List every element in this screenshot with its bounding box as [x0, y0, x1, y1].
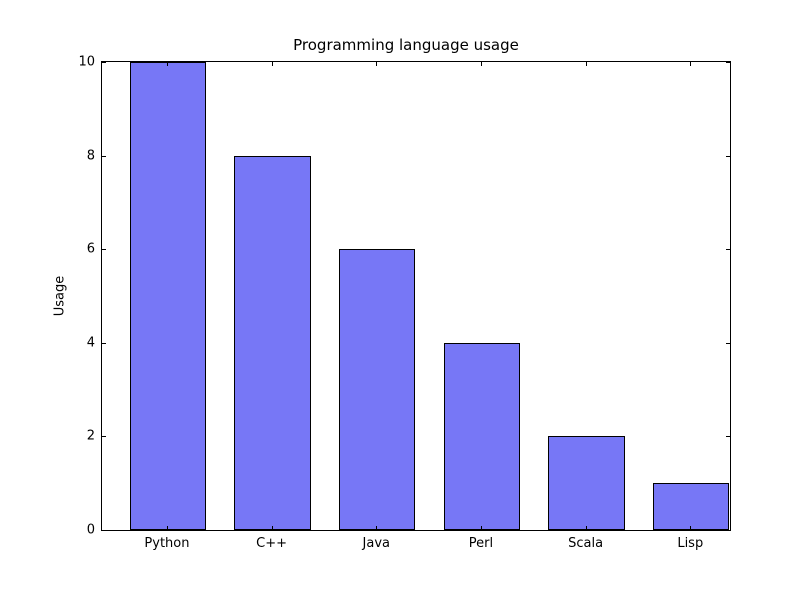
bar — [130, 62, 206, 530]
y-tick-label: 4 — [0, 335, 95, 350]
y-tick-mark — [726, 62, 731, 63]
y-tick-mark — [726, 436, 731, 437]
y-tick-mark — [101, 436, 106, 437]
y-tick-label: 2 — [0, 429, 95, 444]
y-tick-mark — [726, 530, 731, 531]
y-tick-mark — [101, 530, 106, 531]
x-tick-mark — [586, 526, 587, 531]
x-tick-mark — [167, 526, 168, 531]
x-tick-mark — [272, 526, 273, 531]
x-tick-label: Lisp — [677, 536, 703, 551]
plot-area — [102, 62, 730, 530]
x-tick-label: Python — [144, 536, 189, 551]
bar — [548, 436, 624, 530]
y-tick-label: 0 — [0, 523, 95, 538]
y-tick-mark — [101, 156, 106, 157]
y-tick-label: 8 — [0, 148, 95, 163]
y-tick-mark — [726, 343, 731, 344]
x-tick-mark — [272, 61, 273, 66]
x-tick-mark — [376, 526, 377, 531]
x-tick-mark — [481, 61, 482, 66]
x-tick-mark — [481, 526, 482, 531]
y-axis-label: Usage — [53, 276, 68, 317]
chart-figure: Programming language usage Usage 0 2 4 6 8 10… — [0, 0, 812, 612]
bar — [444, 343, 520, 530]
y-tick-mark — [101, 62, 106, 63]
x-tick-label: Scala — [568, 536, 603, 551]
y-tick-label: 10 — [0, 55, 95, 70]
y-tick-mark — [101, 343, 106, 344]
chart-axes — [101, 61, 731, 531]
bar — [234, 156, 310, 530]
x-tick-mark — [586, 61, 587, 66]
x-tick-label: Perl — [469, 536, 493, 551]
x-tick-mark — [167, 61, 168, 66]
x-tick-label: C++ — [256, 536, 287, 551]
bar — [653, 483, 729, 530]
chart-title: Programming language usage — [0, 36, 812, 54]
x-tick-label: Java — [363, 536, 390, 551]
y-tick-mark — [726, 249, 731, 250]
bar — [339, 249, 415, 530]
x-tick-mark — [690, 61, 691, 66]
x-tick-mark — [690, 526, 691, 531]
y-tick-label: 6 — [0, 242, 95, 257]
y-tick-mark — [101, 249, 106, 250]
x-tick-mark — [376, 61, 377, 66]
y-tick-mark — [726, 156, 731, 157]
